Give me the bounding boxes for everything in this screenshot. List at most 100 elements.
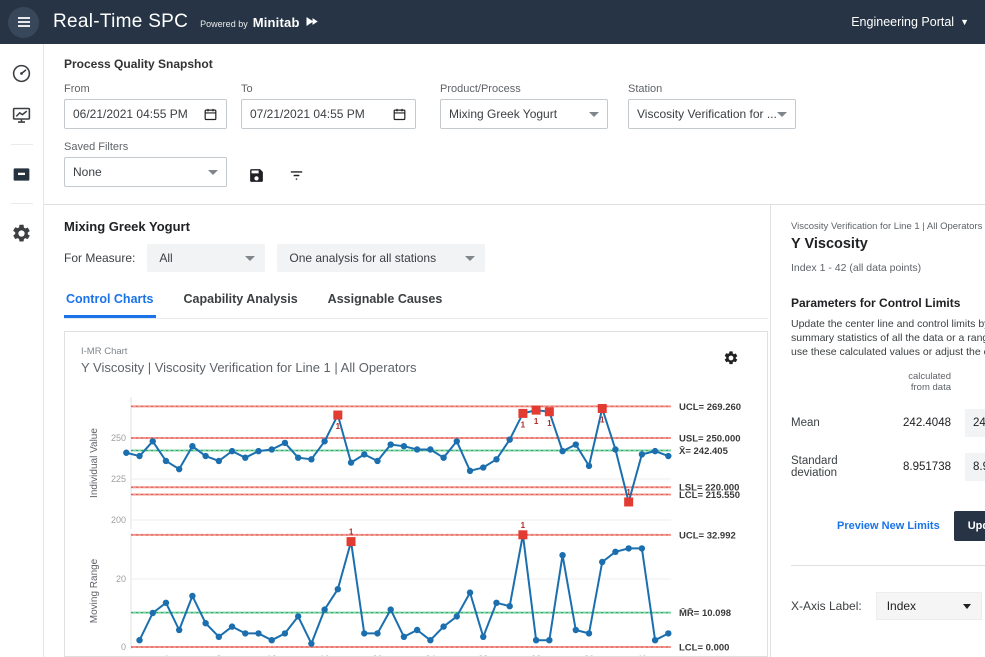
data-point	[269, 446, 275, 452]
data-point	[665, 630, 671, 636]
portal-selector[interactable]: Engineering Portal ▼	[851, 15, 969, 29]
table-row: Mean 242.4048 242.4048	[791, 409, 985, 437]
data-point	[308, 456, 314, 462]
measure-select[interactable]: All	[147, 244, 265, 272]
data-point	[573, 441, 579, 447]
station-select[interactable]: Viscosity Verification for ...	[628, 99, 796, 129]
powered-by-prefix: Powered by	[200, 19, 248, 29]
ref-line-label: UCL= 269.260	[679, 402, 741, 413]
for-measure-label: For Measure:	[64, 251, 135, 265]
panel-station-line: Viscosity Verification for Line 1 | All …	[791, 221, 985, 232]
preview-new-limits-link[interactable]: Preview New Limits	[837, 520, 940, 532]
app-title: Real-Time SPC	[53, 11, 188, 33]
ref-line-label: USL= 250.000	[679, 434, 741, 445]
analysis-select[interactable]: One analysis for all stations	[277, 244, 485, 272]
to-date-input[interactable]: 07/21/2021 04:55 PM	[241, 99, 416, 129]
out-of-control-point	[518, 530, 527, 539]
sidebar-item-dashboard[interactable]	[7, 58, 37, 88]
measure-value: All	[159, 251, 172, 265]
calendar-icon	[203, 107, 218, 122]
data-point	[573, 627, 579, 633]
data-point	[612, 549, 618, 555]
data-point	[150, 610, 156, 616]
data-point	[321, 438, 327, 444]
save-filter-button[interactable]	[241, 160, 271, 190]
out-of-control-point	[532, 406, 541, 415]
panel-divider	[791, 565, 985, 566]
data-point	[427, 637, 433, 643]
panel-index-range: Index 1 - 42 (all data points)	[791, 262, 985, 274]
update-control-limits-button[interactable]: Update Control Limits	[954, 511, 985, 541]
to-date-value: 07/21/2021 04:55 PM	[250, 107, 365, 121]
chevron-down-icon	[465, 256, 475, 261]
data-point	[652, 637, 658, 643]
data-point	[216, 458, 222, 464]
mean-input[interactable]: 242.4048	[965, 409, 985, 437]
main-panel: Mixing Greek Yogurt For Measure: All One…	[44, 205, 770, 657]
y-tick-label: 200	[111, 515, 126, 525]
data-point	[427, 446, 433, 452]
hamburger-icon	[16, 14, 32, 30]
chart-settings-button[interactable]	[723, 350, 739, 371]
powered-by: Powered by Minitab	[200, 14, 319, 30]
stddev-input[interactable]: 8.951738	[965, 453, 985, 481]
stddev-label: Standard deviation	[791, 455, 877, 479]
tab-control-charts[interactable]: Control Charts	[64, 288, 156, 318]
data-point	[612, 446, 618, 452]
data-point	[189, 443, 195, 449]
data-point	[625, 545, 631, 551]
panel-measure-title: Y Viscosity	[791, 236, 985, 252]
y-tick-label: 250	[111, 433, 126, 443]
data-point	[295, 454, 301, 460]
params-description: Update the center line and control limit…	[791, 317, 985, 359]
data-point	[176, 627, 182, 633]
saved-filters-select[interactable]: None	[64, 157, 227, 187]
archive-box-icon	[11, 164, 32, 185]
from-label: From	[64, 83, 227, 95]
chart-type-label: I-MR Chart	[81, 346, 767, 357]
tab-assignable-causes[interactable]: Assignable Causes	[326, 288, 445, 318]
out-of-control-point	[518, 409, 527, 418]
xaxis-select[interactable]: Index	[876, 592, 982, 620]
saved-filters-value: None	[73, 165, 102, 179]
from-date-input[interactable]: 06/21/2021 04:55 PM	[64, 99, 227, 129]
mean-calculated-value: 242.4048	[877, 417, 951, 429]
data-point	[374, 630, 380, 636]
data-point	[388, 441, 394, 447]
data-point	[665, 453, 671, 459]
data-point	[586, 463, 592, 469]
data-point	[136, 453, 142, 459]
mean-label: Mean	[791, 417, 877, 429]
sidebar-item-settings[interactable]	[7, 218, 37, 248]
station-value: Viscosity Verification for ...	[637, 107, 777, 121]
out-of-control-point	[545, 407, 554, 416]
ooc-flag-label: 1	[626, 488, 631, 497]
filter-icon	[288, 167, 305, 184]
ref-line-label: X̄= 242.405	[679, 446, 729, 457]
data-point	[440, 454, 446, 460]
ooc-flag-label: 1	[534, 417, 539, 426]
ref-line-label: UCL= 32.992	[679, 530, 736, 541]
chevron-down-icon	[208, 170, 218, 175]
data-point	[639, 451, 645, 457]
hamburger-menu-button[interactable]	[8, 7, 39, 38]
sidebar-item-archive[interactable]	[7, 159, 37, 189]
data-point	[454, 613, 460, 619]
product-select[interactable]: Mixing Greek Yogurt	[440, 99, 608, 129]
data-point	[493, 600, 499, 606]
product-label: Product/Process	[440, 83, 608, 95]
out-of-control-point	[333, 411, 342, 420]
xaxis-value: Index	[887, 599, 916, 613]
data-point	[242, 454, 248, 460]
data-point	[242, 630, 248, 636]
data-point	[546, 637, 552, 643]
chevron-down-icon	[245, 256, 255, 261]
chart-title: Y Viscosity | Viscosity Verification for…	[81, 360, 767, 375]
data-point	[454, 438, 460, 444]
data-point	[414, 446, 420, 452]
sidebar-item-monitoring[interactable]	[7, 100, 37, 130]
tab-capability-analysis[interactable]: Capability Analysis	[182, 288, 300, 318]
filter-options-button[interactable]	[281, 160, 311, 190]
data-point	[652, 448, 658, 454]
data-point	[163, 600, 169, 606]
